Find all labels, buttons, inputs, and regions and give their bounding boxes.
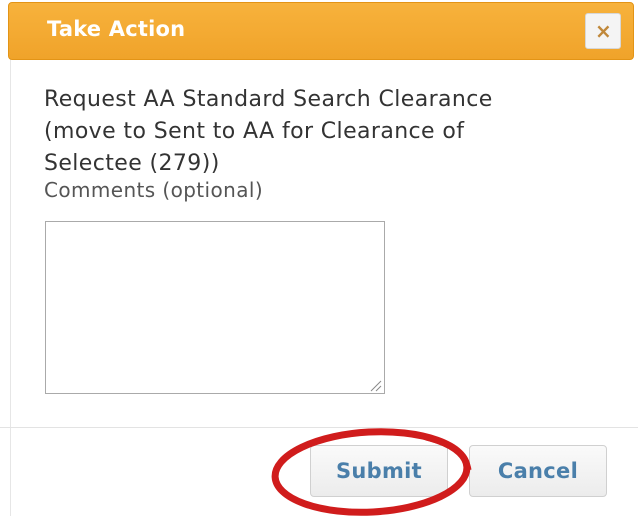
dialog-title: Take Action xyxy=(47,17,186,41)
footer-divider xyxy=(0,427,638,428)
resize-grip-icon[interactable] xyxy=(368,378,382,392)
cancel-button[interactable]: Cancel xyxy=(469,445,607,497)
submit-button[interactable]: Submit xyxy=(310,445,448,497)
dialog-titlebar: Take Action × xyxy=(8,2,634,60)
comments-textarea[interactable] xyxy=(45,221,385,394)
comments-label: Comments (optional) xyxy=(44,178,264,202)
action-description: Request AA Standard Search Clearance (mo… xyxy=(44,87,493,176)
close-button[interactable]: × xyxy=(585,13,621,49)
close-icon: × xyxy=(595,19,612,43)
